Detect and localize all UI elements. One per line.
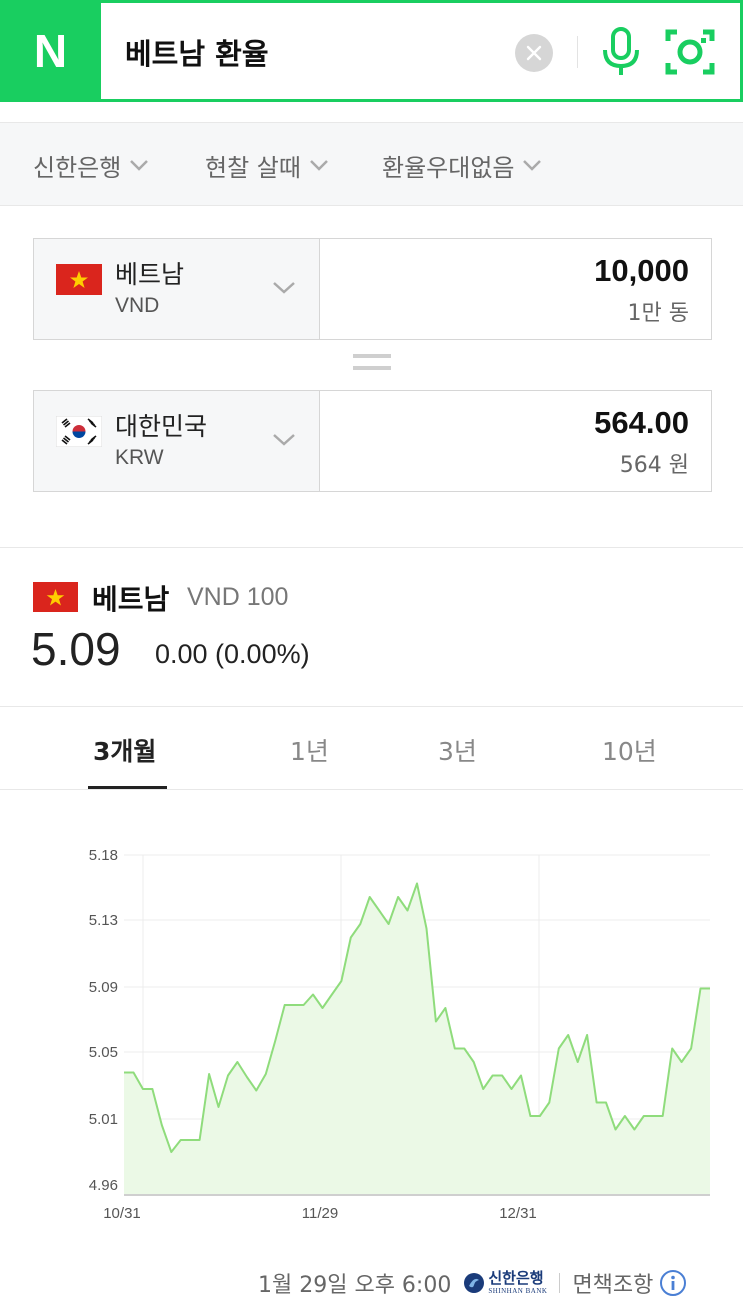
bank-filter-label: 신한은행 bbox=[33, 153, 122, 182]
tab-3-months[interactable]: 3개월 bbox=[93, 732, 156, 768]
rate-change: 0.00 (0.00%) bbox=[155, 639, 310, 669]
to-amount-text: 564 원 bbox=[619, 453, 689, 478]
clear-icon[interactable] bbox=[515, 34, 553, 72]
bank-name-en: SHINHAN BANK bbox=[488, 1287, 548, 1295]
y-tick-label: 5.13 bbox=[89, 912, 118, 929]
from-amount-text: 1만 동 bbox=[627, 301, 689, 326]
x-tick-label: 11/29 bbox=[302, 1205, 338, 1222]
cash-filter-label: 현찰 살때 bbox=[205, 153, 301, 182]
chart-footer: 1월 29일 오후 6:00 신한은행 SHINHAN BANK 면책조항 bbox=[258, 1266, 687, 1300]
divider bbox=[0, 547, 743, 548]
from-currency-code: VND bbox=[115, 294, 160, 317]
to-currency-name: 대한민국 bbox=[115, 412, 208, 441]
y-tick-label: 5.18 bbox=[89, 847, 118, 864]
preferential-filter[interactable]: 환율우대없음 bbox=[382, 149, 542, 182]
converter-to-row: 대한민국 KRW 564.00 564 원 bbox=[33, 390, 712, 492]
naver-logo[interactable]: N bbox=[0, 0, 101, 102]
cash-filter[interactable]: 현찰 살때 bbox=[205, 149, 329, 182]
info-icon[interactable] bbox=[659, 1269, 687, 1297]
filter-bar: 신한은행 현찰 살때 환율우대없음 bbox=[0, 122, 743, 206]
y-tick-label: 5.01 bbox=[89, 1111, 118, 1128]
y-tick-label: 5.09 bbox=[89, 979, 118, 996]
bank-filter[interactable]: 신한은행 bbox=[33, 149, 149, 182]
logo-letter: N bbox=[33, 25, 68, 77]
search-input[interactable] bbox=[125, 30, 505, 74]
x-tick-label: 12/31 bbox=[499, 1205, 537, 1222]
chevron-down-icon bbox=[273, 282, 295, 294]
y-tick-label: 4.96 bbox=[89, 1177, 118, 1194]
search-bar: N bbox=[0, 0, 743, 102]
shinhan-logo-icon bbox=[464, 1273, 485, 1293]
x-tick-label: 10/31 bbox=[103, 1205, 141, 1222]
chevron-down-icon bbox=[130, 160, 149, 171]
image-search-icon[interactable] bbox=[665, 27, 715, 77]
rate-value: 5.09 bbox=[31, 623, 121, 675]
tab-1-year[interactable]: 1년 bbox=[290, 732, 329, 768]
converter-from-row: 베트남 VND 10,000 1만 동 bbox=[33, 238, 712, 340]
update-timestamp: 1월 29일 오후 6:00 bbox=[258, 1273, 452, 1298]
equals-icon bbox=[353, 354, 391, 374]
disclaimer-link[interactable]: 면책조항 bbox=[572, 1267, 653, 1299]
microphone-icon[interactable] bbox=[598, 26, 644, 78]
rate-currency-name: 베트남 bbox=[92, 583, 170, 616]
divider bbox=[559, 1273, 561, 1293]
divider bbox=[577, 36, 578, 68]
rate-currency-unit: VND 100 bbox=[187, 583, 289, 611]
preferential-filter-label: 환율우대없음 bbox=[382, 153, 515, 182]
to-currency-select[interactable]: 대한민국 KRW bbox=[34, 391, 320, 491]
chevron-down-icon bbox=[523, 160, 542, 171]
vietnam-flag-icon bbox=[33, 582, 78, 612]
to-currency-code: KRW bbox=[115, 446, 164, 469]
korea-flag-icon bbox=[56, 416, 102, 447]
from-currency-select[interactable]: 베트남 VND bbox=[34, 239, 320, 339]
chevron-down-icon bbox=[310, 160, 328, 171]
y-tick-label: 5.05 bbox=[89, 1044, 118, 1061]
tab-3-years[interactable]: 3년 bbox=[438, 732, 477, 768]
chevron-down-icon bbox=[273, 434, 295, 446]
series-area bbox=[124, 883, 710, 1195]
bank-name: 신한은행 bbox=[488, 1269, 544, 1287]
to-amount-value[interactable]: 564.00 bbox=[594, 405, 689, 441]
divider bbox=[0, 789, 743, 790]
divider bbox=[0, 706, 743, 707]
from-currency-name: 베트남 bbox=[115, 260, 185, 289]
tab-10-years[interactable]: 10년 bbox=[602, 732, 657, 768]
shinhan-bank-logo: 신한은행 SHINHAN BANK bbox=[463, 1271, 547, 1295]
exchange-rate-chart: 5.18 5.13 5.09 5.05 5.01 4.96 10/31 11/29 12/31 bbox=[89, 847, 710, 1222]
vietnam-flag-icon bbox=[56, 264, 102, 295]
from-amount-input[interactable]: 10,000 bbox=[594, 253, 689, 289]
